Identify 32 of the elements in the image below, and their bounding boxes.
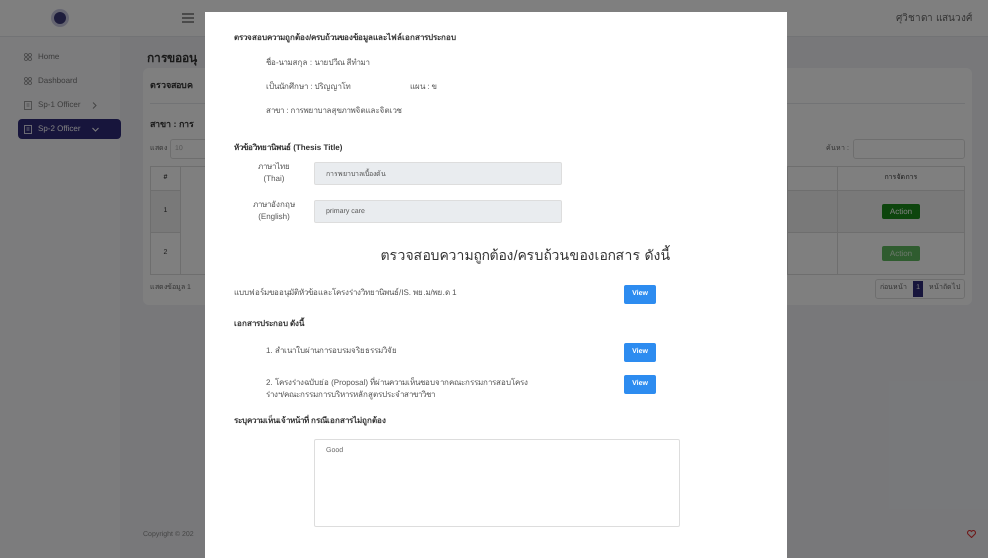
documents-heading: ตรวจสอบความถูกต้อง/ครบถ้วนของเอกสาร ดังนี้ [380,245,672,265]
sidebar-item[interactable]: Sp-1 Officer [18,95,121,115]
menu-icon[interactable] [182,13,194,23]
logo-icon [50,8,70,28]
sidebar-item[interactable]: Sp-2 Officer [18,119,121,139]
field-label: (Thai) [264,173,284,185]
field-label: (English) [258,211,290,223]
branch-label: สาขา : การ [150,118,194,132]
document-icon [24,124,32,134]
field-label: ภาษาอังกฤษ [253,199,295,211]
sidebar-item[interactable]: Dashboard [18,71,121,91]
action-button[interactable]: Action [882,204,920,219]
student-branch: สาขา : การพยาบาลสุขภาพจิตและจิตเวช [266,105,403,116]
document-name: 1. สำเนาใบผ่านการอบรมจริยธรรมวิจัย [265,344,398,357]
user-name[interactable]: ศุวิชาดา แสนวงศ์ [896,10,972,26]
page-title: การขออนุ [147,50,198,68]
section-heading: ระบุความเห็นเจ้าหน้าที่ กรณีเอกสารไม่ถูกต้อง [234,415,388,427]
sidebar-item[interactable]: Home [18,47,121,67]
section-heading: เอกสารประกอบ ดังนี้ [234,318,306,330]
field-label: ภาษาไทย [258,161,290,173]
student-name: ชื่อ-นามสกุล : นายปวีณ สีทำมา [266,57,371,68]
document-name: 2. โครงร่างฉบับย่อ (Proposal) ที่ผ่านความเห็นชอบจากคณะกรรมการสอบโครงร่างฯ/คณะกรรมการบริหารหลักสูตรประจำสาขาวิชา [265,376,530,401]
document-name: แบบฟอร์มขออนุมัติหัวข้อและโครงร่างวิทยานิพนธ์/IS. พย.ม/พย.ด 1 [234,286,458,299]
grid-icon [24,53,32,61]
student-level: เป็นนักศึกษา : ปริญญาโท [266,81,352,92]
section-title: ตรวจสอบความถูกต้อง/ครบถ้วนของข้อมูลและไฟล์เอกสารประกอบ [234,32,458,44]
card-title: ตรวจสอบค [150,78,193,92]
document-icon [24,100,32,110]
grid-icon [24,77,32,85]
heart-icon [967,530,976,538]
section-heading: หัวข้อวิทยานิพนธ์ (Thesis Title) [234,142,344,154]
student-plan: แผน : ข [410,81,437,92]
